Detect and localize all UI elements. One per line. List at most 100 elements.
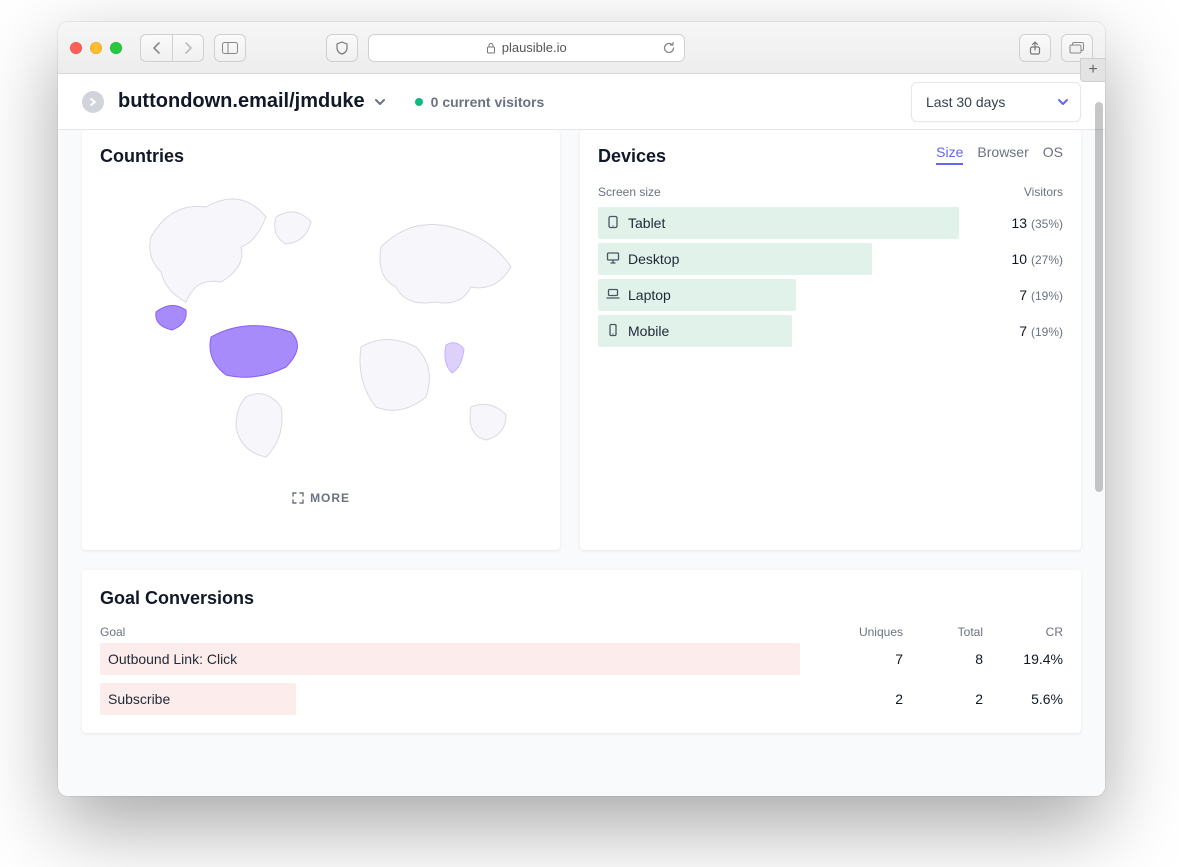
app-header: buttondown.email/jmduke 0 current visito… <box>58 74 1105 130</box>
goal-row[interactable]: Subscribe 2 2 5.6% <box>100 679 1063 719</box>
tablet-icon <box>606 215 620 232</box>
address-bar[interactable]: plausible.io <box>368 34 685 62</box>
device-metrics: 7 (19%) <box>1019 287 1063 303</box>
site-name[interactable]: buttondown.email/jmduke <box>118 90 365 113</box>
map-country-india[interactable] <box>445 343 464 373</box>
devices-card: Devices Size Browser OS Screen size Visi… <box>580 130 1081 550</box>
date-range-label: Last 30 days <box>926 94 1005 110</box>
goal-total: 2 <box>903 691 983 707</box>
tab-size[interactable]: Size <box>936 144 963 165</box>
device-percent: (27%) <box>1031 253 1063 267</box>
back-button[interactable] <box>140 34 172 62</box>
collapse-toggle[interactable] <box>82 91 104 113</box>
device-visitors: 7 <box>1019 323 1027 339</box>
device-bar: Tablet <box>598 207 959 239</box>
goal-cr: 5.6% <box>983 691 1063 707</box>
address-bar-host: plausible.io <box>502 40 567 55</box>
map-region-oceania <box>470 404 506 440</box>
forward-button[interactable] <box>172 34 204 62</box>
goals-list: Outbound Link: Click 7 8 19.4% Subscribe… <box>100 639 1063 719</box>
shield-privacy-button[interactable] <box>326 34 358 62</box>
map-country-us-alaska[interactable] <box>156 305 186 330</box>
current-visitors-text[interactable]: 0 current visitors <box>431 94 545 110</box>
device-label: Mobile <box>628 323 669 339</box>
expand-icon <box>292 492 304 504</box>
map-country-us[interactable] <box>210 326 297 378</box>
safari-window: plausible.io + buttondown.email/jmduke 0… <box>58 22 1105 796</box>
device-row[interactable]: Tablet 13 (35%) <box>598 205 1063 241</box>
goal-bar: Outbound Link: Click <box>100 643 800 675</box>
sidebar-toggle-button[interactable] <box>214 34 246 62</box>
goal-label: Subscribe <box>108 691 170 707</box>
desktop-icon <box>606 251 620 268</box>
window-controls <box>70 42 122 54</box>
device-metrics: 13 (35%) <box>1011 215 1063 231</box>
device-label: Tablet <box>628 215 665 231</box>
laptop-icon <box>606 287 620 304</box>
device-visitors: 10 <box>1011 251 1027 267</box>
device-metrics: 10 (27%) <box>1011 251 1063 267</box>
device-bar: Desktop <box>598 243 872 275</box>
minimize-window-button[interactable] <box>90 42 102 54</box>
chevron-down-icon[interactable] <box>373 95 387 109</box>
col-screen-size: Screen size <box>598 185 661 199</box>
goal-uniques: 7 <box>823 651 903 667</box>
device-label: Desktop <box>628 251 679 267</box>
countries-title: Countries <box>100 146 542 167</box>
device-row[interactable]: Mobile 7 (19%) <box>598 313 1063 349</box>
tab-os[interactable]: OS <box>1043 144 1063 165</box>
device-visitors: 13 <box>1011 215 1027 231</box>
goal-label: Outbound Link: Click <box>108 651 237 667</box>
goal-row[interactable]: Outbound Link: Click 7 8 19.4% <box>100 639 1063 679</box>
device-percent: (19%) <box>1031 289 1063 303</box>
close-window-button[interactable] <box>70 42 82 54</box>
device-metrics: 7 (19%) <box>1019 323 1063 339</box>
device-bar: Laptop <box>598 279 796 311</box>
chevron-down-icon <box>1056 95 1070 109</box>
devices-tabs: Size Browser OS <box>936 144 1063 165</box>
devices-list: Tablet 13 (35%) Desktop 10 (27%) Laptop … <box>598 205 1063 349</box>
goal-bar: Subscribe <box>100 683 296 715</box>
nav-back-forward <box>140 34 204 62</box>
device-bar: Mobile <box>598 315 792 347</box>
new-tab-button[interactable]: + <box>1080 58 1105 82</box>
devices-subheader: Screen size Visitors <box>598 185 1063 199</box>
dashboard-content: Countries <box>58 130 1105 796</box>
device-percent: (35%) <box>1031 217 1063 231</box>
reload-button[interactable] <box>662 41 676 55</box>
date-range-picker[interactable]: Last 30 days <box>911 82 1081 122</box>
lock-icon <box>486 42 496 54</box>
col-visitors: Visitors <box>1024 185 1063 199</box>
col-total: Total <box>903 625 983 639</box>
device-row[interactable]: Laptop 7 (19%) <box>598 277 1063 313</box>
more-label: MORE <box>310 491 350 505</box>
goals-columns: Goal Uniques Total CR <box>100 625 1063 639</box>
browser-titlebar: plausible.io <box>58 22 1105 74</box>
goals-title: Goal Conversions <box>100 588 1063 609</box>
map-region-northamerica-canada <box>150 199 266 302</box>
col-goal: Goal <box>100 625 823 639</box>
scrollbar-thumb[interactable] <box>1095 102 1103 492</box>
zoom-window-button[interactable] <box>110 42 122 54</box>
live-indicator-dot <box>415 98 423 106</box>
countries-more-button[interactable]: MORE <box>100 491 542 505</box>
goal-cr: 19.4% <box>983 651 1063 667</box>
share-button[interactable] <box>1019 34 1051 62</box>
col-cr: CR <box>983 625 1063 639</box>
tab-browser[interactable]: Browser <box>977 144 1028 165</box>
world-map-svg <box>111 177 531 477</box>
goal-total: 8 <box>903 651 983 667</box>
goal-uniques: 2 <box>823 691 903 707</box>
map-region-southamerica <box>236 394 282 457</box>
device-visitors: 7 <box>1019 287 1027 303</box>
countries-map[interactable] <box>100 167 542 487</box>
map-region-africa <box>360 340 429 411</box>
col-uniques: Uniques <box>823 625 903 639</box>
countries-card: Countries <box>82 130 560 550</box>
mobile-icon <box>606 323 620 340</box>
device-percent: (19%) <box>1031 325 1063 339</box>
map-region-eurasia <box>380 225 511 304</box>
goals-card: Goal Conversions Goal Uniques Total CR O… <box>82 570 1081 733</box>
device-label: Laptop <box>628 287 671 303</box>
device-row[interactable]: Desktop 10 (27%) <box>598 241 1063 277</box>
